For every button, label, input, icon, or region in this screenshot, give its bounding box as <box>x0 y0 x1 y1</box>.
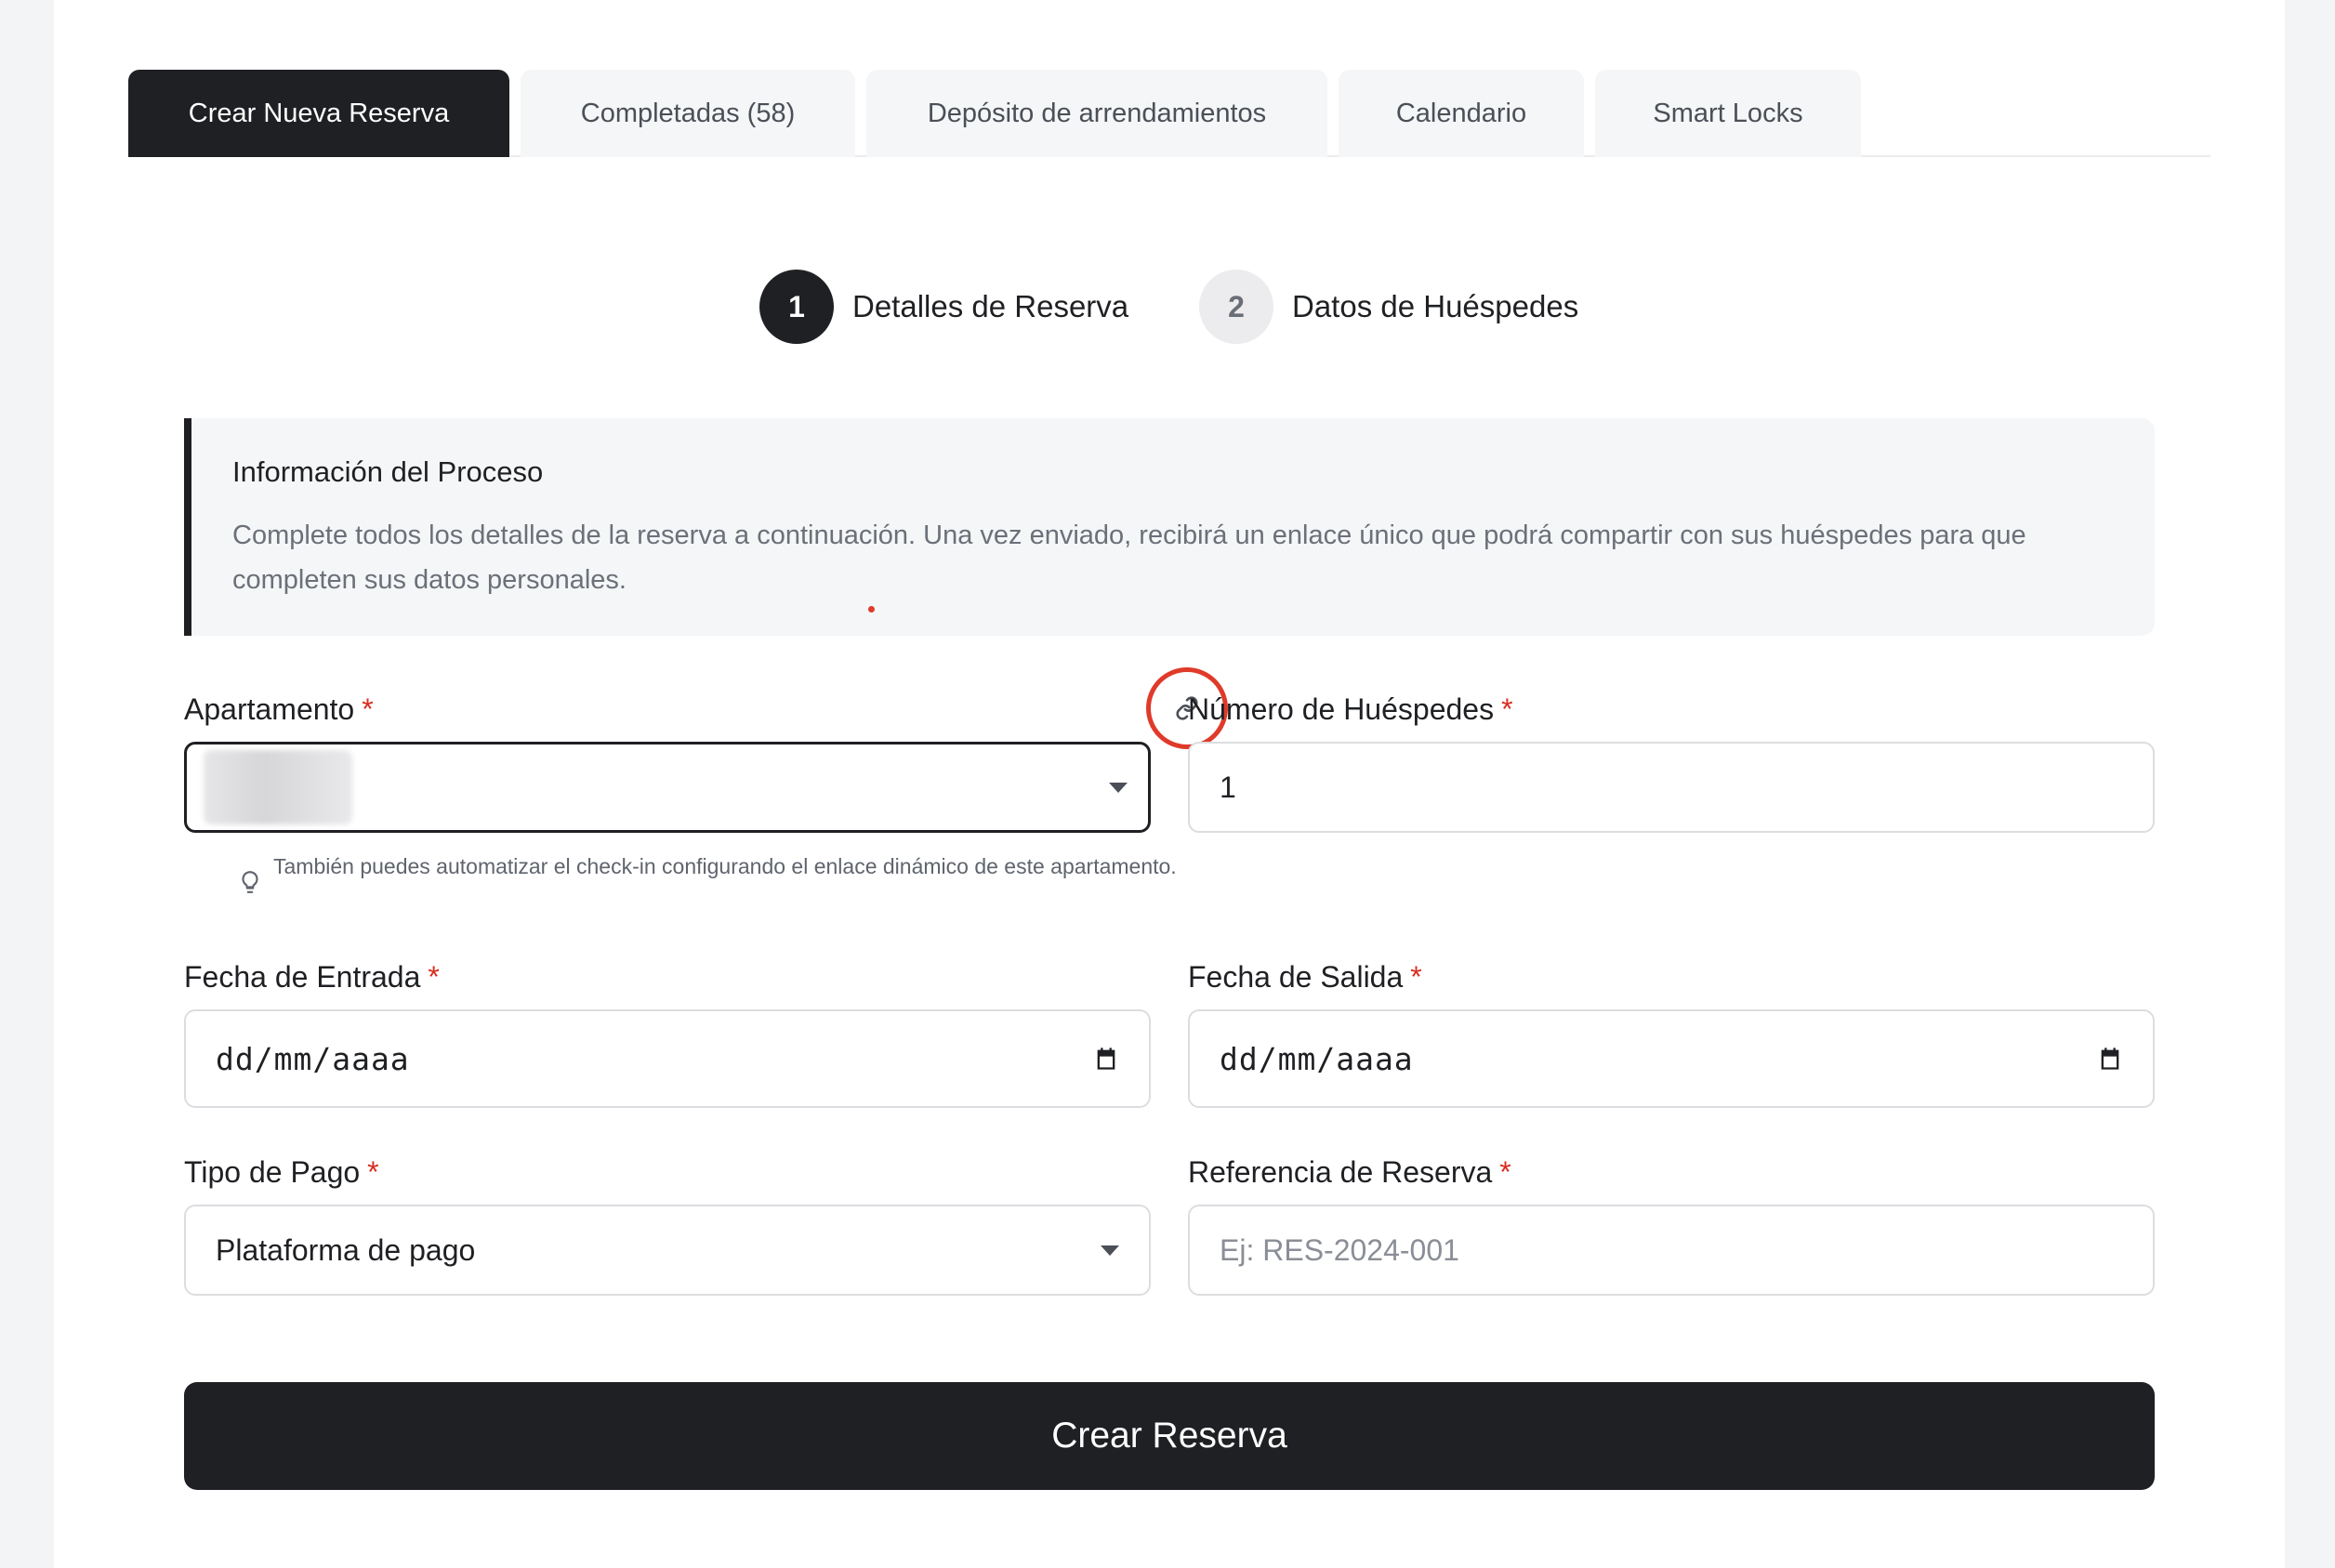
calendar-icon[interactable] <box>1093 1046 1119 1072</box>
step-1: 1 Detalles de Reserva <box>759 270 1128 344</box>
required-mark: * <box>1499 1155 1511 1189</box>
required-mark: * <box>1501 692 1513 726</box>
required-mark: * <box>362 692 374 726</box>
apartment-select[interactable] <box>184 742 1151 833</box>
apartment-hint: También puedes automatizar el check-in c… <box>273 854 1177 878</box>
required-mark: * <box>367 1155 379 1189</box>
tab-smart-locks[interactable]: Smart Locks <box>1595 70 1861 157</box>
checkout-date-input[interactable]: dd/mm/aaaa <box>1188 1009 2155 1108</box>
checkin-label-text: Fecha de Entrada <box>184 960 421 994</box>
red-dot-marker <box>868 606 875 613</box>
calendar-icon[interactable] <box>2097 1046 2123 1072</box>
checkout-label: Fecha de Salida * <box>1188 960 1422 995</box>
guests-label: Número de Huéspedes * <box>1188 692 1513 727</box>
tab-deposito-arrendamientos[interactable]: Depósito de arrendamientos <box>866 70 1327 157</box>
guests-input[interactable]: 1 <box>1188 742 2155 833</box>
payment-type-value: Plataforma de pago <box>216 1232 476 1267</box>
tab-calendario[interactable]: Calendario <box>1339 70 1584 157</box>
tab-completadas[interactable]: Completadas (58) <box>521 70 855 157</box>
step-2: 2 Datos de Huéspedes <box>1199 270 1578 344</box>
checkout-value: dd/mm/aaaa <box>1220 1040 1414 1077</box>
step-label: Detalles de Reserva <box>852 289 1129 323</box>
reference-input[interactable]: Ej: RES-2024-001 <box>1188 1205 2155 1296</box>
step-number: 1 <box>759 270 834 344</box>
step-number: 2 <box>1199 270 1273 344</box>
reference-placeholder: Ej: RES-2024-001 <box>1220 1232 1459 1267</box>
page-container: Crear Nueva Reserva Completadas (58) Dep… <box>54 0 2285 1568</box>
payment-type-select[interactable]: Plataforma de pago <box>184 1205 1151 1296</box>
step-label: Datos de Huéspedes <box>1292 289 1579 323</box>
payment-type-label-text: Tipo de Pago <box>184 1155 361 1189</box>
reference-label: Referencia de Reserva * <box>1188 1155 1511 1190</box>
guests-value: 1 <box>1220 770 1236 804</box>
lightbulb-icon <box>242 871 258 893</box>
apartment-label: Apartamento * <box>184 692 374 727</box>
checkin-date-input[interactable]: dd/mm/aaaa <box>184 1009 1151 1108</box>
chevron-down-icon <box>1109 782 1128 793</box>
guests-label-text: Número de Huéspedes <box>1188 692 1495 726</box>
reference-label-text: Referencia de Reserva <box>1188 1155 1493 1189</box>
tab-crear-nueva-reserva[interactable]: Crear Nueva Reserva <box>128 70 509 157</box>
apartment-label-text: Apartamento <box>184 692 355 726</box>
apartment-value-redacted <box>204 750 352 824</box>
payment-type-label: Tipo de Pago * <box>184 1155 379 1190</box>
required-mark: * <box>428 960 440 994</box>
checkin-label: Fecha de Entrada * <box>184 960 440 995</box>
required-mark: * <box>1410 960 1422 994</box>
create-reservation-button[interactable]: Crear Reserva <box>184 1382 2155 1490</box>
process-info-box: Información del Proceso Complete todos l… <box>184 418 2155 636</box>
chevron-down-icon <box>1101 1245 1119 1256</box>
tab-bar: Crear Nueva Reserva Completadas (58) Dep… <box>128 70 2210 157</box>
checkin-value: dd/mm/aaaa <box>216 1040 410 1077</box>
checkout-label-text: Fecha de Salida <box>1188 960 1404 994</box>
info-title: Información del Proceso <box>232 455 544 488</box>
info-text: Complete todos los detalles de la reserv… <box>232 520 2026 595</box>
